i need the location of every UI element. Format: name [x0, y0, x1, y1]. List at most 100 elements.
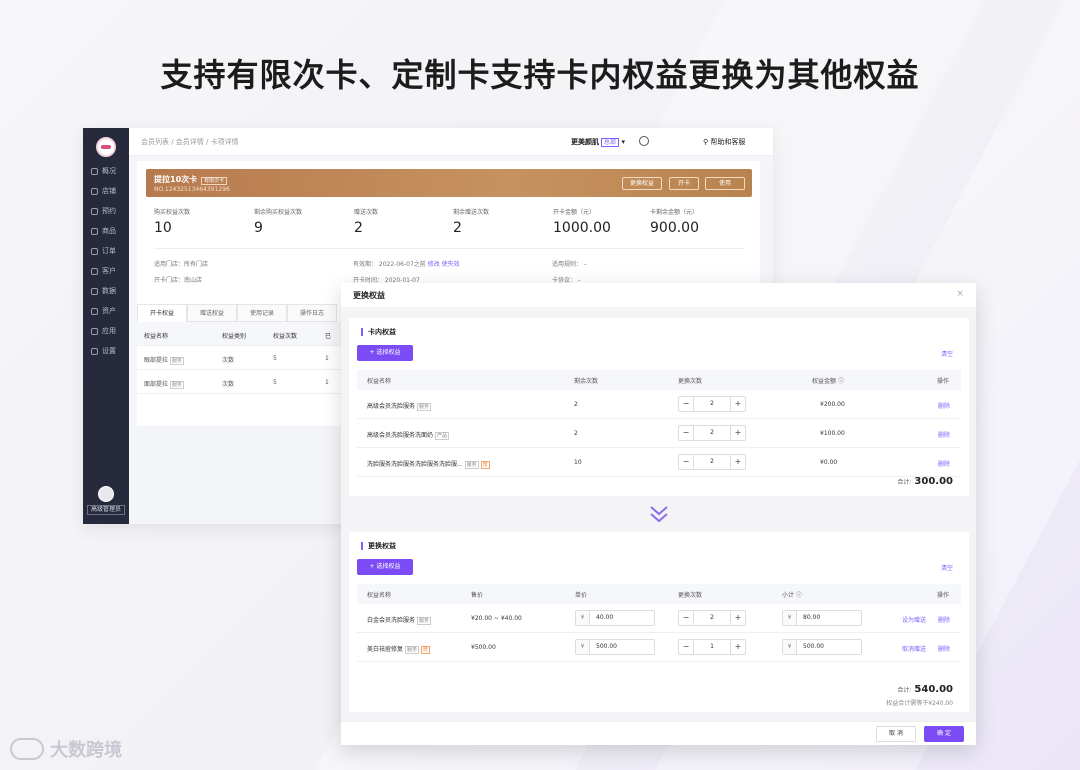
- sidebar-item-products[interactable]: 商品: [91, 224, 116, 238]
- tab-open-benefits[interactable]: 开卡权益: [137, 304, 187, 322]
- minus-button[interactable]: −: [679, 455, 693, 469]
- table-row[interactable]: 眼部提拉 服务 次数 5 1: [137, 346, 347, 370]
- section-title: 更换权益: [361, 542, 396, 550]
- total-label: 合计:: [897, 479, 912, 486]
- minus-button[interactable]: −: [679, 611, 693, 625]
- chat-icon[interactable]: [639, 136, 649, 146]
- currency-symbol: ¥: [783, 640, 797, 654]
- table-row[interactable]: 面部提拉 服务 次数 5 1: [137, 370, 347, 394]
- tab-operation-log[interactable]: 操作日志: [287, 304, 337, 322]
- delete-button[interactable]: 删除: [938, 401, 950, 410]
- column-header: 权益名称: [367, 592, 392, 599]
- column-header: 单价: [575, 592, 588, 599]
- quantity-stepper: − 1 +: [678, 639, 746, 655]
- applicable-store: 适用门店：所有门店: [154, 261, 209, 268]
- cell-name: 面部提拉 服务: [144, 379, 184, 389]
- cancel-button[interactable]: 取 消: [876, 726, 916, 742]
- delete-button[interactable]: 删除: [938, 430, 950, 439]
- subtotal-value: 80.00: [803, 614, 821, 621]
- breadcrumb[interactable]: 会员列表 / 会员详情 / 卡项详情: [141, 137, 239, 147]
- bag-icon: [91, 227, 98, 235]
- select-benefit-button[interactable]: + 选择权益: [357, 559, 413, 575]
- stat-value: 10: [154, 220, 172, 236]
- avatar[interactable]: [98, 486, 114, 502]
- subtotal-input[interactable]: ¥500.00: [782, 639, 862, 655]
- use-card-button[interactable]: 使用: [705, 177, 745, 190]
- quantity-input[interactable]: 2: [693, 426, 731, 440]
- set-as-gift-button[interactable]: 设为赠送: [902, 615, 926, 624]
- clear-button[interactable]: 清空: [941, 563, 953, 572]
- stat-value: 2: [453, 220, 462, 236]
- unit-price-input[interactable]: ¥500.00: [575, 639, 655, 655]
- quantity-input[interactable]: 2: [693, 611, 731, 625]
- sidebar-item-label: 数据: [102, 287, 116, 295]
- sidebar-item-overview[interactable]: 概况: [91, 164, 116, 178]
- delete-button[interactable]: 删除: [938, 459, 950, 468]
- overview-icon: [91, 167, 98, 175]
- plus-button[interactable]: +: [731, 397, 745, 411]
- watermark-logo-icon: [10, 738, 44, 760]
- plus-button[interactable]: +: [731, 455, 745, 469]
- info-icon: ⓘ: [837, 378, 844, 385]
- select-benefit-button[interactable]: + 选择权益: [357, 345, 413, 361]
- benefit-tag: 产品: [434, 432, 449, 440]
- clear-button[interactable]: 清空: [941, 349, 953, 358]
- cell-remaining: 10: [574, 459, 582, 466]
- cancel-gift-button[interactable]: 取消赠送: [902, 644, 926, 653]
- plus-button[interactable]: +: [731, 426, 745, 440]
- plus-button[interactable]: +: [731, 611, 745, 625]
- in-card-benefits-section: 卡内权益 + 选择权益 清空 权益名称 剩余次数 更换次数 权益金额 ⓘ 操作 …: [349, 318, 969, 496]
- open-card-button[interactable]: 开卡: [669, 177, 699, 190]
- sidebar-item-orders[interactable]: 订单: [91, 244, 116, 258]
- stat-value: 1000.00: [553, 220, 611, 236]
- minus-button[interactable]: −: [679, 640, 693, 654]
- delete-button[interactable]: 删除: [938, 644, 950, 653]
- unit-price-input[interactable]: ¥40.00: [575, 610, 655, 626]
- plus-button[interactable]: +: [731, 640, 745, 654]
- tab-usage-records[interactable]: 使用记录: [237, 304, 287, 322]
- table-row: 美白祛痘修复 服务 赠 ¥500.00 ¥500.00 − 1 + ¥500.0…: [357, 633, 961, 662]
- column-header: 权益名称: [367, 378, 392, 385]
- sidebar-item-booking[interactable]: 预约: [91, 204, 116, 218]
- cell-amount: ¥0.00: [820, 459, 838, 466]
- delete-button[interactable]: 删除: [938, 615, 950, 624]
- benefit-name: 高级会员洗脸服务: [367, 403, 416, 410]
- minus-button[interactable]: −: [679, 426, 693, 440]
- sidebar-item-apps[interactable]: 应用: [91, 324, 116, 338]
- column-header: 权益名称: [144, 333, 169, 340]
- tab-gift-benefits[interactable]: 赠送权益: [187, 304, 237, 322]
- column-header: 权益类别: [222, 333, 247, 340]
- unit-price-value: 40.00: [596, 614, 614, 621]
- quantity-input[interactable]: 1: [693, 640, 731, 654]
- table-row: 高级会员洗脸服务洗面奶 产品 2 − 2 + ¥100.00 删除: [357, 419, 961, 448]
- benefit-name: 洗脸服务洗脸服务洗脸服务洗脸服...: [367, 461, 463, 468]
- subtotal-input[interactable]: ¥80.00: [782, 610, 862, 626]
- sidebar-item-store[interactable]: 店铺: [91, 184, 116, 198]
- card-banner: 提拉10次卡 有限次卡 NO.12432513464391296 更换权益 开卡 …: [146, 169, 752, 197]
- sidebar-item-assets[interactable]: 资产: [91, 304, 116, 318]
- invalidate-link[interactable]: 使失效: [442, 261, 460, 268]
- column-header: 已: [325, 333, 332, 340]
- total-note: 权益合计需等于¥240.00: [886, 700, 953, 707]
- quantity-input[interactable]: 2: [693, 455, 731, 469]
- store-name: 更美颜肌: [571, 138, 599, 146]
- close-icon[interactable]: ×: [956, 289, 964, 299]
- modal-footer: 取 消 确 定: [341, 721, 976, 745]
- sidebar-item-customers[interactable]: 客户: [91, 264, 116, 278]
- minus-button[interactable]: −: [679, 397, 693, 411]
- table-header: 权益名称 售价 单价 更换次数 小计 ⓘ 操作: [357, 584, 961, 604]
- sidebar-item-settings[interactable]: 设置: [91, 344, 116, 358]
- store-switcher[interactable]: 更美颜肌 总部 ▾: [571, 137, 625, 147]
- help-link[interactable]: ⚲ 帮助和客服: [703, 137, 745, 147]
- modal-title: 更换权益: [353, 291, 385, 300]
- sidebar-item-label: 应用: [102, 327, 116, 335]
- modify-link[interactable]: 修改: [428, 261, 440, 268]
- store-tag: 总部: [601, 138, 620, 147]
- change-benefits-button[interactable]: 更换权益: [622, 177, 662, 190]
- stat-balance: 卡剩余金额（元） 900.00: [650, 207, 750, 236]
- stat-value: 2: [354, 220, 363, 236]
- cell-name: 洗脸服务洗脸服务洗脸服务洗脸服... 服务 赠: [367, 459, 490, 469]
- confirm-button[interactable]: 确 定: [924, 726, 964, 742]
- quantity-input[interactable]: 2: [693, 397, 731, 411]
- sidebar-item-data[interactable]: 数据: [91, 284, 116, 298]
